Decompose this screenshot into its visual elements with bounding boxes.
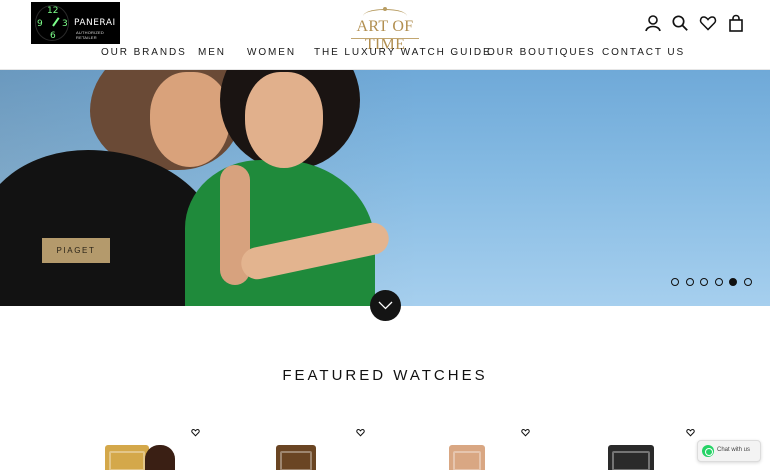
scroll-down-button[interactable]: [370, 290, 401, 321]
retailer-brand-name: PANERAI: [74, 18, 116, 28]
dial-numeral: 6: [50, 31, 56, 41]
wishlist-heart-icon[interactable]: [356, 428, 365, 437]
watch-dial-icon: 12 9 3 6: [35, 5, 69, 41]
hero-cta-button[interactable]: PIAGET: [42, 238, 110, 263]
product-image[interactable]: [105, 445, 149, 470]
shopping-bag-icon[interactable]: [727, 14, 745, 32]
site-header: 12 9 3 6 PANERAI AUTHORIZED RETAILER ART…: [0, 0, 770, 70]
dial-numeral: 12: [47, 6, 59, 16]
dial-numeral: 3: [62, 19, 68, 29]
hero-carousel: PIAGET: [0, 70, 770, 306]
featured-section-title: FEATURED WATCHES: [282, 367, 488, 384]
account-icon[interactable]: [644, 14, 662, 32]
retailer-subtitle: AUTHORIZED RETAILER: [76, 30, 104, 40]
dial-numeral: 9: [37, 19, 43, 29]
site-logo[interactable]: ART OF TIME: [335, 5, 435, 53]
watch-strap: [145, 445, 175, 470]
main-navigation: OUR BRANDS MEN WOMEN THE LUXURY WATCH GU…: [0, 47, 770, 61]
product-card[interactable]: [260, 428, 400, 470]
nav-item-contact-us[interactable]: CONTACT US: [602, 47, 685, 58]
product-card[interactable]: [95, 428, 235, 470]
carousel-dot[interactable]: [729, 278, 737, 286]
watch-bracelet: [453, 451, 481, 470]
hero-model-face: [245, 72, 323, 168]
nav-item-men[interactable]: MEN: [198, 47, 226, 58]
watch-case: [109, 451, 145, 470]
wishlist-heart-icon[interactable]: [521, 428, 530, 437]
carousel-pagination: [671, 278, 757, 288]
wishlist-heart-icon[interactable]: [699, 14, 717, 32]
carousel-dot[interactable]: [685, 278, 694, 286]
product-image[interactable]: [608, 445, 654, 470]
wishlist-heart-icon[interactable]: [686, 428, 695, 437]
chevron-down-icon: [378, 301, 393, 310]
panerai-retailer-badge[interactable]: 12 9 3 6 PANERAI AUTHORIZED RETAILER: [31, 2, 120, 44]
carousel-dot[interactable]: [714, 278, 723, 286]
carousel-dot[interactable]: [743, 278, 752, 286]
whatsapp-chat-button[interactable]: Chat with us: [697, 440, 761, 462]
product-card[interactable]: [425, 428, 565, 470]
chat-label: Chat with us: [717, 447, 751, 453]
dial-hand: [52, 17, 60, 27]
product-image[interactable]: [276, 445, 316, 470]
product-image[interactable]: [449, 445, 485, 470]
nav-item-luxury-watch-guide[interactable]: THE LUXURY WATCH GUIDE: [314, 47, 492, 58]
whatsapp-icon: [702, 445, 714, 457]
logo-underline: [351, 38, 419, 39]
nav-item-our-brands[interactable]: OUR BRANDS: [101, 47, 187, 58]
watch-bracelet: [612, 451, 650, 470]
search-icon[interactable]: [671, 14, 689, 32]
hero-model-face: [150, 72, 230, 167]
nav-item-women[interactable]: WOMEN: [247, 47, 296, 58]
nav-item-our-boutiques[interactable]: OUR BOUTIQUES: [487, 47, 596, 58]
watch-case: [280, 451, 312, 470]
carousel-dot[interactable]: [671, 278, 679, 286]
carousel-dot[interactable]: [700, 278, 708, 286]
wishlist-heart-icon[interactable]: [191, 428, 200, 437]
